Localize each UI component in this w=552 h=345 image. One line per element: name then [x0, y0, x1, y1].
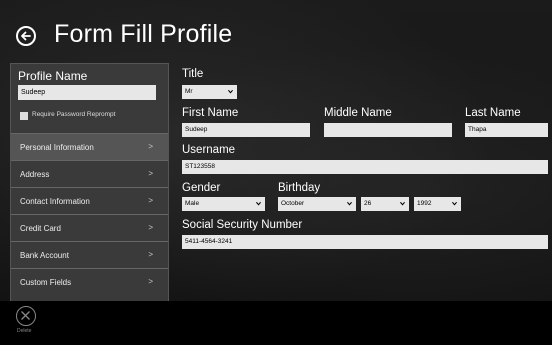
profile-sidebar: Profile Name Sudeep Require Password Rep…: [10, 63, 169, 328]
require-password-reprompt-label: Require Password Reprompt: [32, 111, 116, 118]
ssn-input[interactable]: 5411-4564-3241: [182, 235, 548, 249]
birth-year-value: 1992: [417, 200, 432, 207]
last-name-label: Last Name: [465, 107, 521, 119]
back-arrow-icon: [21, 31, 31, 41]
chevron-down-icon: [228, 89, 233, 94]
title-select-value: Mr: [185, 88, 193, 95]
chevron-down-icon: [256, 201, 261, 206]
nav-item-label: Credit Card: [20, 224, 61, 233]
username-label: Username: [182, 144, 236, 156]
chevron-down-icon: [400, 201, 405, 206]
chevron-right-icon: >: [148, 169, 153, 178]
chevron-down-icon: [347, 201, 352, 206]
gender-select-value: Male: [185, 200, 200, 207]
chevron-right-icon: >: [148, 250, 153, 259]
app-bar: [0, 301, 552, 345]
chevron-right-icon: >: [148, 277, 153, 286]
last-name-input[interactable]: Thapa: [465, 123, 548, 137]
nav-item-label: Custom Fields: [20, 278, 72, 287]
birth-year-select[interactable]: 1992: [414, 197, 461, 211]
birth-month-value: October: [281, 200, 305, 207]
nav-item-personal-information[interactable]: Personal Information >: [11, 133, 168, 160]
back-button[interactable]: [16, 26, 36, 46]
gender-select[interactable]: Male: [182, 197, 265, 211]
page-title: Form Fill Profile: [54, 20, 233, 48]
nav-item-custom-fields[interactable]: Custom Fields >: [11, 268, 168, 295]
gender-label: Gender: [182, 182, 221, 194]
nav-item-address[interactable]: Address >: [11, 160, 168, 187]
nav-item-label: Address: [20, 170, 50, 179]
nav-item-label: Personal Information: [20, 143, 94, 152]
nav-item-label: Contact Information: [20, 197, 90, 206]
username-input[interactable]: ST123558: [182, 160, 548, 174]
birth-day-value: 26: [364, 200, 372, 207]
delete-label: Delete: [17, 328, 32, 334]
chevron-right-icon: >: [148, 223, 153, 232]
chevron-down-icon: [452, 201, 457, 206]
title-label: Title: [182, 68, 204, 80]
chevron-right-icon: >: [148, 196, 153, 205]
first-name-label: First Name: [182, 107, 239, 119]
profile-name-label: Profile Name: [18, 69, 88, 83]
first-name-input[interactable]: Sudeep: [182, 123, 310, 137]
nav-item-label: Bank Account: [20, 251, 69, 260]
close-icon: [21, 311, 30, 320]
ssn-label: Social Security Number: [182, 219, 303, 231]
profile-name-input[interactable]: Sudeep: [18, 85, 156, 100]
require-password-reprompt-checkbox[interactable]: [20, 112, 28, 120]
nav-item-contact-information[interactable]: Contact Information >: [11, 187, 168, 214]
birthday-label: Birthday: [278, 182, 321, 194]
middle-name-input[interactable]: [324, 123, 452, 137]
nav-item-bank-account[interactable]: Bank Account >: [11, 241, 168, 268]
delete-button[interactable]: [16, 306, 36, 326]
nav-item-credit-card[interactable]: Credit Card >: [11, 214, 168, 241]
birth-month-select[interactable]: October: [278, 197, 356, 211]
section-nav: Personal Information > Address > Contact…: [11, 133, 168, 295]
middle-name-label: Middle Name: [324, 107, 392, 119]
title-select[interactable]: Mr: [182, 85, 237, 99]
birth-day-select[interactable]: 26: [361, 197, 409, 211]
chevron-right-icon: >: [148, 142, 153, 151]
